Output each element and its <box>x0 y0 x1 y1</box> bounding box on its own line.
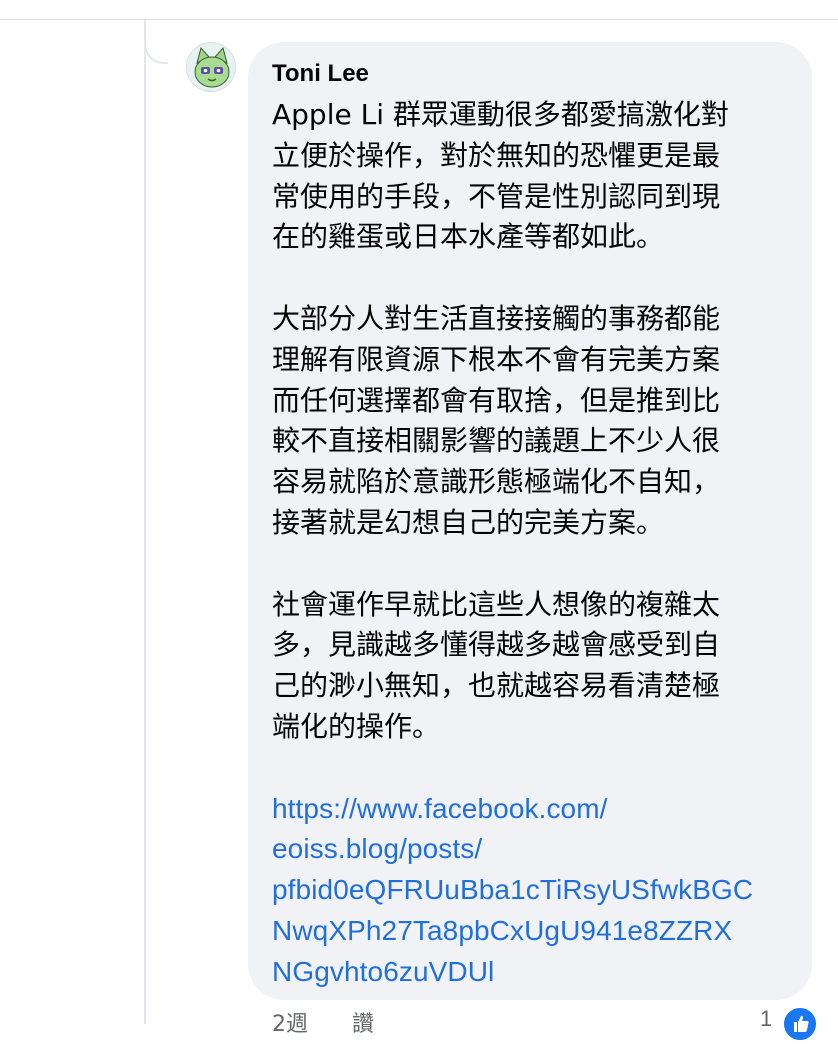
comment-timestamp[interactable]: 2週 <box>272 1006 308 1038</box>
comment-author-name[interactable]: Toni Lee <box>272 60 369 88</box>
comment-paragraph: 大部分人對生活直接接觸的事務都能 理解有限資源下根本不會有完美方案 而任何選擇都… <box>272 301 721 539</box>
comment-paragraph: Apple Li 群眾運動很多都愛搞激化對 立便於操作，對於無知的恐懼更是最 常… <box>272 98 729 254</box>
like-action-button[interactable]: 讚 <box>352 1006 374 1038</box>
comment-link[interactable]: https://www.facebook.com/ eoiss.blog/pos… <box>272 789 792 993</box>
reaction-count[interactable]: 1 <box>760 1006 772 1032</box>
comment-paragraph: 社會運作早就比這些人想像的複雜太 多，見識越多懂得越多越會感受到自 己的渺小無知… <box>272 587 721 743</box>
thumbs-up-icon[interactable] <box>782 1006 818 1042</box>
comment-body: Apple Li 群眾運動很多都愛搞激化對 立便於操作，對於無知的恐懼更是最 常… <box>272 95 792 993</box>
top-divider <box>0 19 838 20</box>
reply-thread-line <box>144 20 146 1024</box>
thumbs-up-glyph <box>794 1015 809 1032</box>
avatar-image <box>187 43 235 91</box>
reply-thread-connector <box>144 20 168 64</box>
cat-avatar-icon[interactable] <box>186 42 236 92</box>
